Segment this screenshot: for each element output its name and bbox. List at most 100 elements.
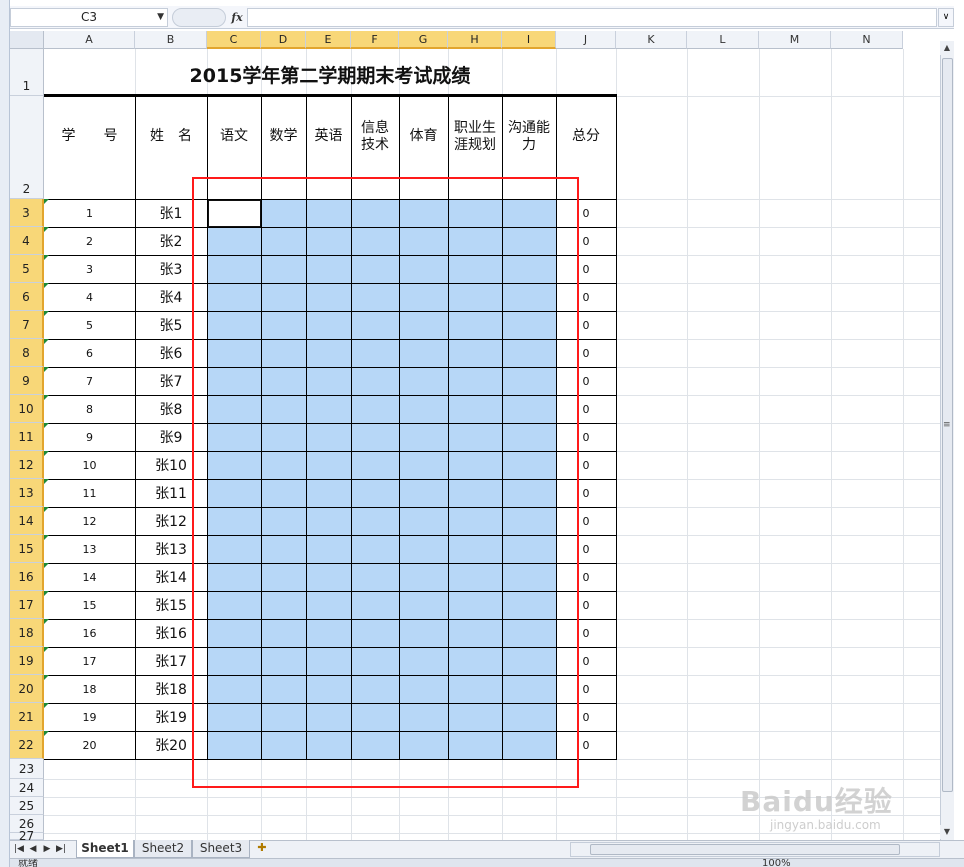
row-header-14[interactable]: 14 — [10, 507, 44, 535]
column-header-A[interactable]: A — [44, 31, 135, 49]
tab-nav-next-icon[interactable]: ▶ — [40, 842, 54, 856]
column-header-N[interactable]: N — [831, 31, 903, 49]
row-header-15[interactable]: 15 — [10, 535, 44, 563]
tab-nav-prev-icon[interactable]: ◀ — [26, 842, 40, 856]
row-header-2[interactable]: 2 — [10, 96, 44, 199]
row-header-12[interactable]: 12 — [10, 451, 44, 479]
row-header-24[interactable]: 24 — [10, 779, 44, 797]
header-career[interactable]: 职业生涯规划 — [448, 96, 502, 177]
header-total[interactable]: 总分 — [556, 96, 616, 177]
row-header-16[interactable]: 16 — [10, 563, 44, 591]
header-math[interactable]: 数学 — [261, 96, 306, 177]
row-header-22[interactable]: 22 — [10, 731, 44, 759]
row-header-8[interactable]: 8 — [10, 339, 44, 367]
column-header-L[interactable]: L — [687, 31, 759, 49]
row-header-17[interactable]: 17 — [10, 591, 44, 619]
column-header-B[interactable]: B — [135, 31, 207, 49]
cell-id[interactable]: 17 — [44, 647, 135, 675]
formula-input[interactable] — [247, 8, 937, 27]
row-header-20[interactable]: 20 — [10, 675, 44, 703]
cell-id[interactable]: 7 — [44, 367, 135, 395]
column-header-J[interactable]: J — [556, 31, 616, 49]
header-it[interactable]: 信息技术 — [351, 96, 399, 177]
row-header-18[interactable]: 18 — [10, 619, 44, 647]
select-all-corner[interactable] — [10, 31, 44, 49]
header-communication[interactable]: 沟通能力 — [502, 96, 556, 177]
row-header-10[interactable]: 10 — [10, 395, 44, 423]
error-indicator-icon — [44, 199, 49, 204]
sheet-title[interactable]: 2015学年第二学期期末考试成绩 — [44, 49, 616, 96]
header-id[interactable]: 学 号 — [44, 96, 135, 177]
row-header-7[interactable]: 7 — [10, 311, 44, 339]
row-header-4[interactable]: 4 — [10, 227, 44, 255]
cell-id[interactable]: 18 — [44, 675, 135, 703]
cell-id[interactable]: 5 — [44, 311, 135, 339]
column-header-C[interactable]: C — [207, 31, 261, 49]
column-header-F[interactable]: F — [351, 31, 399, 49]
error-indicator-icon — [44, 535, 49, 540]
column-header-D[interactable]: D — [261, 31, 306, 49]
formula-buttons[interactable] — [172, 8, 226, 27]
tab-sheet2[interactable]: Sheet2 — [134, 840, 192, 858]
error-indicator-icon — [44, 507, 49, 512]
row-header-6[interactable]: 6 — [10, 283, 44, 311]
tab-sheet3[interactable]: Sheet3 — [192, 840, 250, 858]
error-indicator-icon — [44, 703, 49, 708]
column-header-G[interactable]: G — [399, 31, 448, 49]
cell-id[interactable]: 10 — [44, 451, 135, 479]
cell-id[interactable]: 15 — [44, 591, 135, 619]
cell-id[interactable]: 12 — [44, 507, 135, 535]
row-header-21[interactable]: 21 — [10, 703, 44, 731]
row-header-25[interactable]: 25 — [10, 797, 44, 815]
cell-id[interactable]: 2 — [44, 227, 135, 255]
cell-id[interactable]: 9 — [44, 423, 135, 451]
row-header-13[interactable]: 13 — [10, 479, 44, 507]
error-indicator-icon — [44, 479, 49, 484]
name-box[interactable]: C3 ▼ — [10, 8, 168, 27]
cell-id[interactable]: 20 — [44, 731, 135, 759]
cell-id[interactable]: 4 — [44, 283, 135, 311]
zoom-level[interactable]: 100% — [762, 859, 791, 867]
header-chinese[interactable]: 语文 — [207, 96, 261, 177]
header-name[interactable]: 姓 名 — [135, 96, 207, 177]
column-header-I[interactable]: I — [502, 31, 556, 49]
column-header-K[interactable]: K — [616, 31, 687, 49]
row-header-27[interactable]: 27 — [10, 830, 44, 842]
column-header-H[interactable]: H — [448, 31, 502, 49]
cell-id[interactable]: 16 — [44, 619, 135, 647]
horizontal-scroll-thumb[interactable] — [590, 844, 900, 855]
scroll-down-arrow-icon[interactable]: ▼ — [940, 825, 954, 839]
watermark-brand: Baidu经验 — [740, 785, 893, 818]
column-header-E[interactable]: E — [306, 31, 351, 49]
cell-id[interactable]: 11 — [44, 479, 135, 507]
cell-id[interactable]: 14 — [44, 563, 135, 591]
cell-id[interactable]: 8 — [44, 395, 135, 423]
table-border — [616, 96, 617, 759]
row-header-23[interactable]: 23 — [10, 759, 44, 779]
header-english[interactable]: 英语 — [306, 96, 351, 177]
fx-icon[interactable]: fx — [228, 8, 246, 27]
insert-sheet-icon[interactable]: ✚ — [252, 841, 272, 857]
cell-id[interactable]: 3 — [44, 255, 135, 283]
gridline — [687, 49, 688, 840]
row-header-5[interactable]: 5 — [10, 255, 44, 283]
column-header-M[interactable]: M — [759, 31, 831, 49]
row-header-19[interactable]: 19 — [10, 647, 44, 675]
error-indicator-icon — [44, 311, 49, 316]
cell-id[interactable]: 1 — [44, 199, 135, 227]
error-indicator-icon — [44, 423, 49, 428]
tab-nav-last-icon[interactable]: ▶| — [54, 842, 68, 856]
row-header-11[interactable]: 11 — [10, 423, 44, 451]
cell-id[interactable]: 13 — [44, 535, 135, 563]
expand-formula-bar-icon[interactable]: ∨ — [938, 8, 954, 27]
cell-id[interactable]: 6 — [44, 339, 135, 367]
row-header-3[interactable]: 3 — [10, 199, 44, 227]
header-pe[interactable]: 体育 — [399, 96, 448, 177]
row-header-9[interactable]: 9 — [10, 367, 44, 395]
row-header-1[interactable]: 1 — [10, 49, 44, 96]
chevron-down-icon[interactable]: ▼ — [157, 9, 164, 26]
cell-id[interactable]: 19 — [44, 703, 135, 731]
tab-nav-first-icon[interactable]: |◀ — [12, 842, 26, 856]
tab-sheet1[interactable]: Sheet1 — [76, 840, 134, 858]
scroll-up-arrow-icon[interactable]: ▲ — [940, 41, 954, 55]
